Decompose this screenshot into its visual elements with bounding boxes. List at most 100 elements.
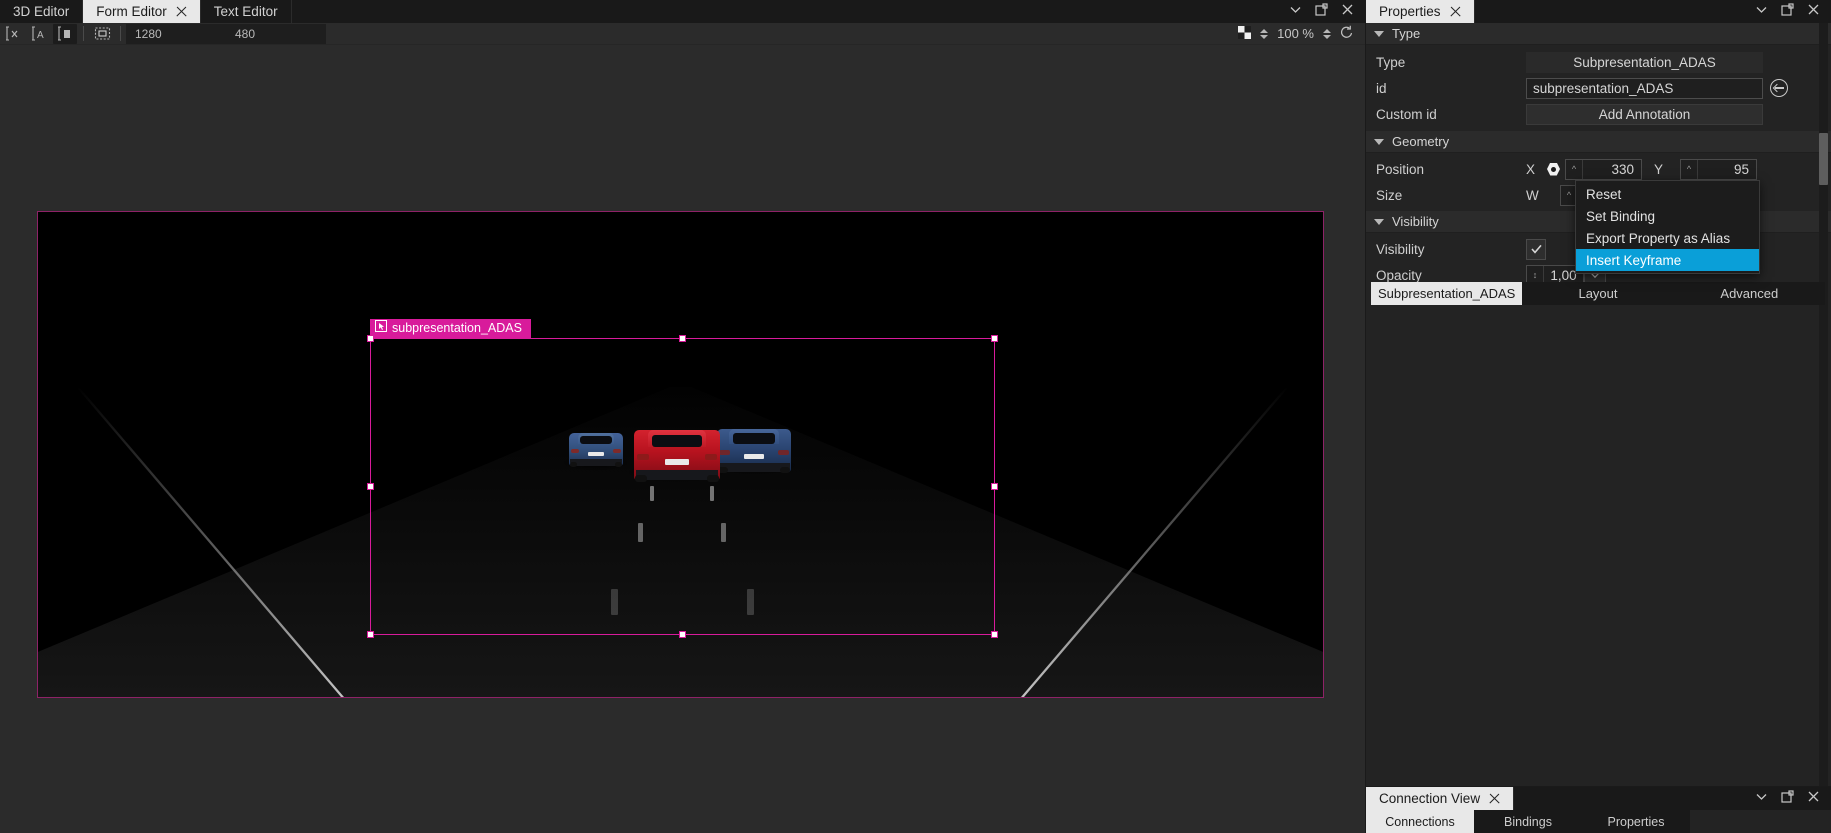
tab-properties-dock[interactable]: Properties [1582, 810, 1690, 833]
section-geometry-header[interactable]: Geometry [1366, 131, 1831, 153]
tab-3d-editor-label: 3D Editor [13, 4, 70, 19]
close-icon[interactable] [1450, 6, 1461, 17]
reset-view-icon[interactable] [1340, 25, 1354, 42]
chevron-down-icon[interactable] [1755, 790, 1768, 808]
properties-scrollbar-thumb[interactable] [1819, 133, 1828, 185]
car-taillight [777, 449, 789, 455]
tab-properties[interactable]: Properties [1366, 0, 1475, 23]
svg-text:A: A [37, 30, 44, 41]
connection-view-subtabs: Connections Bindings Properties [1366, 810, 1831, 833]
close-icon[interactable] [1807, 3, 1820, 21]
row-size-label: Size [1376, 187, 1403, 203]
section-type-header[interactable]: Type [1366, 23, 1831, 45]
id-input[interactable]: subpresentation_ADAS [1526, 77, 1763, 99]
tab-layout[interactable]: Layout [1522, 282, 1674, 305]
canvas-dimensions: 1280 480 [126, 23, 326, 44]
revert-icon[interactable] [1770, 79, 1788, 97]
chevron-down-icon[interactable] [1289, 3, 1302, 21]
form-editor-canvas[interactable]: subpresentation_ADAS [0, 45, 1365, 833]
no-snapping-icon[interactable] [1, 24, 25, 44]
visibility-checkbox[interactable] [1526, 238, 1546, 260]
type-value: Subpresentation_ADAS [1573, 54, 1716, 70]
canvas-width-value[interactable]: 1280 [126, 27, 226, 41]
properties-tabstrip-filler [1475, 0, 1744, 23]
context-menu-item-export-property-as-alias[interactable]: Export Property as Alias [1576, 227, 1759, 249]
tab-connections[interactable]: Connections [1366, 810, 1474, 833]
tab-subpresentation-adas[interactable]: Subpresentation_ADAS [1371, 282, 1523, 305]
row-position: Position X ^ 330 Y ^ 95 [1366, 156, 1831, 182]
car-taillight [636, 454, 650, 460]
tab-bindings[interactable]: Bindings [1474, 810, 1582, 833]
canvas-height-value[interactable]: 480 [226, 27, 326, 41]
tab-connections-label: Connections [1385, 814, 1455, 829]
left-car [569, 433, 623, 467]
tab-connection-view[interactable]: Connection View [1366, 787, 1515, 810]
car-taillight [704, 454, 718, 460]
car-plate [664, 459, 690, 465]
add-annotation-button[interactable]: Add Annotation [1526, 103, 1763, 125]
size-w-axis-label: W [1526, 187, 1539, 203]
row-custom-id: Custom id Add Annotation [1366, 101, 1831, 127]
root-stage[interactable] [37, 211, 1324, 698]
lane-dash [710, 486, 714, 501]
car-plate [743, 453, 765, 459]
context-menu-item-set-binding[interactable]: Set Binding [1576, 205, 1759, 227]
position-y-stepper[interactable]: ^ [1681, 159, 1698, 179]
tab-properties-label: Properties [1379, 4, 1441, 19]
property-context-menu[interactable]: Reset Set Binding Export Property as Ali… [1575, 180, 1760, 274]
row-custom-id-label: Custom id [1376, 106, 1437, 122]
car-wheel [707, 474, 720, 482]
tab-subpresentation-adas-label: Subpresentation_ADAS [1378, 286, 1516, 301]
car-bumper [635, 470, 719, 480]
position-x-input[interactable]: ^ 330 [1565, 158, 1642, 180]
show-bounds-icon[interactable] [90, 24, 114, 44]
close-icon[interactable] [1341, 3, 1354, 21]
connection-view-dock: Connection View Connections Bindings Pro… [1366, 786, 1831, 833]
car-wheel [779, 467, 791, 474]
zoom-controls: 100 % [1238, 25, 1365, 42]
lane-dash [638, 523, 643, 542]
connection-view-tabstrip: Connection View [1366, 787, 1831, 810]
split-icon[interactable] [1781, 789, 1794, 808]
car-bumper [718, 463, 790, 472]
adas-scene [38, 212, 1323, 697]
close-icon[interactable] [1489, 793, 1500, 804]
tab-text-editor[interactable]: Text Editor [200, 0, 292, 23]
close-icon[interactable] [176, 6, 187, 17]
lane-dash [721, 523, 726, 542]
binding-indicator-icon[interactable] [1547, 162, 1560, 176]
chevron-down-icon[interactable] [1755, 3, 1768, 21]
properties-scrollbar[interactable] [1819, 23, 1828, 786]
position-x-stepper[interactable]: ^ [1566, 159, 1583, 179]
context-menu-item-insert-keyframe[interactable]: Insert Keyframe [1576, 249, 1759, 271]
position-y-axis-label: Y [1654, 161, 1664, 177]
properties-window-controls [1744, 0, 1831, 23]
type-value-field: Subpresentation_ADAS [1526, 51, 1763, 73]
tab-form-editor[interactable]: Form Editor [83, 0, 201, 23]
split-icon[interactable] [1315, 2, 1328, 21]
connection-view-tabstrip-filler [1514, 787, 1744, 810]
snap-to-anchors-icon[interactable]: A [27, 24, 51, 44]
row-opacity-label: Opacity [1376, 267, 1422, 283]
row-position-label: Position [1376, 161, 1425, 177]
section-type-title: Type [1392, 26, 1421, 41]
position-y-input[interactable]: ^ 95 [1680, 158, 1757, 180]
tab-advanced[interactable]: Advanced [1673, 282, 1825, 305]
tab-text-editor-label: Text Editor [213, 4, 278, 19]
chevron-down-icon [1374, 218, 1384, 225]
tab-advanced-label: Advanced [1720, 286, 1779, 301]
zoom-value[interactable]: 100 % [1277, 26, 1314, 41]
center-car [634, 430, 720, 482]
context-menu-item-reset[interactable]: Reset [1576, 183, 1759, 205]
properties-tabstrip: Properties [1366, 0, 1831, 23]
position-y-value: 95 [1733, 161, 1749, 177]
split-icon[interactable] [1781, 2, 1794, 21]
snap-to-parent-icon[interactable] [53, 23, 77, 44]
row-type-label: Type [1376, 54, 1406, 70]
tab-3d-editor[interactable]: 3D Editor [0, 0, 84, 23]
close-icon[interactable] [1807, 790, 1820, 808]
checker-icon[interactable] [1238, 25, 1252, 42]
zoom-up-stepper[interactable] [1323, 28, 1331, 39]
position-x-value: 330 [1611, 161, 1634, 177]
zoom-down-stepper[interactable] [1260, 28, 1269, 39]
